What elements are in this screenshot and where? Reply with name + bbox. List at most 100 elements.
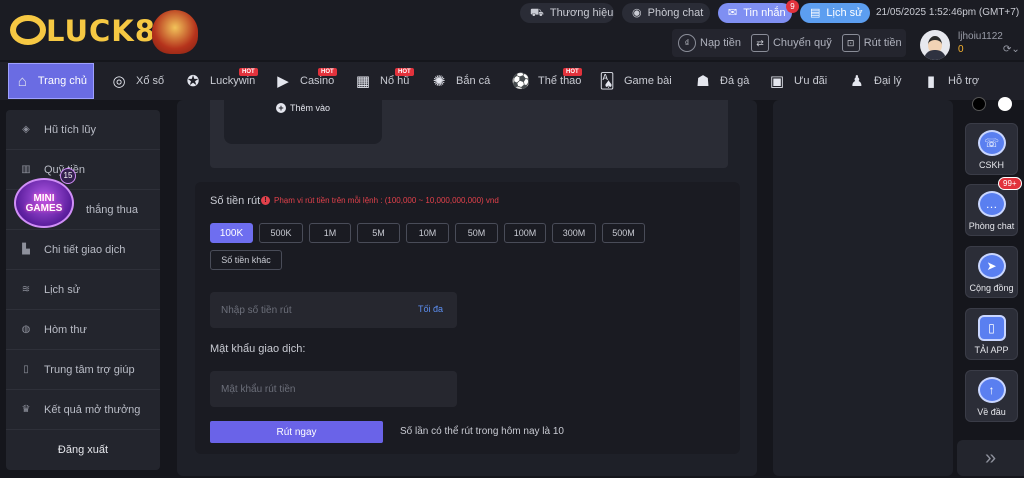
amount-option-500m[interactable]: 500M — [602, 223, 645, 243]
deposit-button[interactable]: ₫ Nạp tiền — [678, 34, 741, 52]
slot-icon: ▦ — [355, 72, 371, 90]
gift-icon: ▣ — [769, 72, 785, 90]
chat-badge: 99+ — [998, 177, 1022, 190]
alert-icon: ! — [261, 196, 270, 205]
fish-icon: ✺ — [432, 72, 446, 90]
headset-icon: ☏ — [977, 130, 1006, 156]
refresh-balance-icon[interactable]: ⟳⌄ — [1003, 44, 1020, 55]
range-note: ! Phạm vi rút tiền trên mỗi lệnh : (100,… — [261, 196, 499, 205]
customer-care-button[interactable]: ☏ CSKH — [965, 123, 1018, 175]
mini-games-widget[interactable]: MINI GAMES 15 — [12, 168, 76, 232]
fortune-god-icon — [152, 10, 198, 54]
deposit-icon: ₫ — [678, 34, 696, 52]
agent-icon: ♟ — [850, 72, 864, 90]
right-panel — [773, 100, 953, 476]
arrow-up-icon: ↑ — [977, 377, 1006, 403]
balance: 0 — [958, 44, 964, 55]
nav-card-games[interactable]: 🂡 Game bài — [598, 62, 671, 100]
main-nav: ⌂ Trang chủ ◎ Xổ số ✪ Luckywin HOT ▶ Cas… — [0, 62, 1024, 100]
amount-option-100k[interactable]: 100K — [210, 223, 253, 243]
withdraw-button[interactable]: ⊡ Rút tiền — [841, 34, 902, 52]
sidebar-item-jackpot[interactable]: ◈ Hũ tích lũy — [6, 110, 160, 150]
messages-button[interactable]: ✉ Tin nhắn — [718, 3, 792, 23]
phone-icon: ▯ — [977, 315, 1006, 341]
hot-badge: HOT — [395, 68, 414, 76]
mini-games-line2: GAMES — [25, 203, 63, 214]
expand-chevron-icon[interactable]: » — [957, 440, 1024, 476]
avatar[interactable] — [920, 30, 950, 60]
logo-emblem — [10, 15, 46, 45]
download-app-button[interactable]: ▯ TẢI APP — [965, 308, 1018, 360]
password-input[interactable]: Mật khẩu rút tiền — [210, 371, 457, 407]
sidebar-item-transactions[interactable]: ▙ Chi tiết giao dịch — [6, 230, 160, 270]
home-icon: ⌂ — [17, 72, 27, 90]
mailbox-icon: ◍ — [21, 323, 31, 335]
chat-bubble-icon: … — [977, 191, 1006, 217]
logout-button[interactable]: Đăng xuất — [6, 430, 160, 470]
plus-icon: + — [276, 103, 286, 113]
history-button[interactable]: ▤ Lịch sử — [800, 3, 870, 23]
brand-link[interactable]: ⛟ Thương hiệu — [520, 3, 614, 23]
rooster-icon: ☗ — [696, 72, 710, 90]
username: ljhoiu1122 — [958, 31, 1003, 42]
nav-promotions[interactable]: ▣ Ưu đãi — [768, 62, 827, 100]
sidebar-item-results[interactable]: ♛ Kết quả mở thưởng — [6, 390, 160, 430]
transfer-button[interactable]: ⇄ Chuyển quỹ — [750, 34, 832, 52]
sidebar-item-history[interactable]: ≋ Lịch sử — [6, 270, 160, 310]
amount-option-10m[interactable]: 10M — [406, 223, 449, 243]
sidebar-item-mailbox[interactable]: ◍ Hòm thư — [6, 310, 160, 350]
nav-cockfight[interactable]: ☗ Đá gà — [694, 62, 749, 100]
chat-room-link[interactable]: ◉ Phòng chat — [622, 3, 710, 23]
withdraw-icon: ⊡ — [841, 34, 860, 52]
nav-lottery[interactable]: ◎ Xổ số — [110, 62, 164, 100]
amount-label: Số tiền rút — [210, 195, 261, 207]
messages-badge: 9 — [786, 0, 799, 13]
amount-option-50m[interactable]: 50M — [455, 223, 498, 243]
amount-option-500k[interactable]: 500K — [259, 223, 303, 243]
sidebar-item-help[interactable]: ▯ Trung tâm trợ giúp — [6, 350, 160, 390]
car-icon: ⛟ — [530, 6, 544, 19]
amount-option-1m[interactable]: 1M — [309, 223, 351, 243]
nav-support[interactable]: ▮ Hỗ trợ — [922, 62, 979, 100]
withdraw-quota: Số lần có thể rút trong hôm nay là 10 — [400, 426, 564, 437]
cards-icon: 🂡 — [599, 72, 615, 90]
brand-logo[interactable]: LUCK8 — [8, 6, 198, 56]
chat-icon: ◉ — [632, 6, 642, 19]
transfer-icon: ⇄ — [750, 34, 769, 52]
dark-theme-swatch[interactable] — [972, 97, 986, 111]
max-amount-button[interactable]: Tối đa — [418, 304, 443, 314]
back-to-top-button[interactable]: ↑ Về đầu — [965, 370, 1018, 422]
float-chat-button[interactable]: … Phòng chat — [965, 184, 1018, 236]
nav-home[interactable]: ⌂ Trang chủ — [8, 63, 94, 99]
jar-icon: ◈ — [22, 123, 30, 135]
history-icon: ▤ — [810, 6, 821, 19]
nav-fishing[interactable]: ✺ Bắn cá — [430, 62, 491, 100]
password-label: Mật khẩu giao dịch: — [210, 343, 306, 355]
add-bank-button[interactable]: + Thêm vào — [276, 103, 330, 113]
lottery-icon: ◎ — [112, 72, 126, 90]
hot-badge: HOT — [239, 68, 258, 76]
luckywin-icon: ✪ — [186, 72, 200, 90]
amount-option-300m[interactable]: 300M — [552, 223, 596, 243]
datetime: 21/05/2025 1:52:46pm — [876, 7, 977, 18]
bars-icon: ▙ — [22, 243, 30, 255]
timezone: (GMT+7) — [978, 7, 1020, 18]
amount-option-5m[interactable]: 5M — [357, 223, 400, 243]
withdraw-now-button[interactable]: Rút ngay — [210, 421, 383, 443]
send-icon: ➤ — [977, 253, 1006, 279]
hot-badge: HOT — [563, 68, 582, 76]
other-amount-button[interactable]: Số tiền khác — [210, 250, 282, 270]
trophy-icon: ♛ — [21, 403, 31, 415]
nav-agent[interactable]: ♟ Đại lý — [848, 62, 901, 100]
mini-games-count: 15 — [60, 168, 76, 184]
casino-icon: ▶ — [277, 72, 289, 90]
wallet-actions: ₫ Nạp tiền ⇄ Chuyển quỹ ⊡ Rút tiền — [672, 29, 906, 57]
mail-icon: ✉ — [728, 6, 738, 19]
coins-icon: ≋ — [21, 283, 31, 295]
amount-option-100m[interactable]: 100M — [504, 223, 546, 243]
community-button[interactable]: ➤ Cộng đồng — [965, 246, 1018, 298]
light-theme-swatch[interactable] — [998, 97, 1012, 111]
account-sidebar: ◈ Hũ tích lũy ▥ Quỹ tiền thắng thua ▙ Ch… — [6, 110, 160, 470]
clock: 21/05/2025 1:52:46pm (GMT+7) — [876, 7, 1019, 18]
support-icon: ▮ — [926, 72, 936, 90]
